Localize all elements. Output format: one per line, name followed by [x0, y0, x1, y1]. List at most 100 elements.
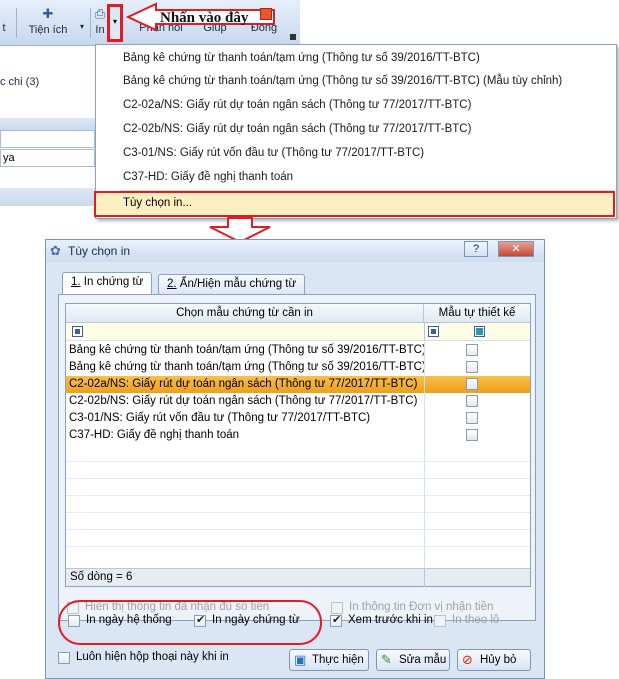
custom-template-checkbox[interactable]	[466, 429, 478, 441]
table-row[interactable]: Bảng kê chứng từ thanh toán/tạm ứng (Thô…	[66, 342, 530, 359]
grid-footer: Số dòng = 6	[66, 568, 530, 587]
menu-item-print[interactable]: Bảng kê chứng từ thanh toán/tạm ứng (Thô…	[123, 70, 562, 92]
always-show-dialog-checkbox[interactable]	[58, 652, 70, 664]
dialog-app-icon: ✿	[50, 243, 61, 258]
grid-column-divider	[424, 323, 425, 341]
always-show-dialog-label: Luôn hiện hộp thoại này khi in	[76, 651, 229, 663]
edit-template-label: Sửa mẫu	[399, 654, 447, 666]
grid-column-divider	[424, 444, 425, 568]
tools-icon: ✚	[42, 6, 54, 21]
grid-column-divider	[424, 427, 425, 444]
utilities-button[interactable]: ✚ Tiện ích	[22, 6, 74, 42]
row-template-name: Bảng kê chứng từ thanh toán/tạm ứng (Thô…	[69, 361, 426, 373]
table-row[interactable]: C37-HD: Giấy đề nghị thanh toán	[66, 427, 530, 444]
grid-column-divider	[424, 393, 425, 410]
grid-column-divider	[424, 410, 425, 427]
row-count: Số dòng = 6	[70, 571, 133, 583]
preview-before-print-checkbox[interactable]	[330, 613, 342, 627]
menu-item-print[interactable]: Bảng kê chứng từ thanh toán/tạm ứng (Thô…	[123, 47, 480, 69]
callout-text: Nhấn vào đây	[160, 10, 249, 26]
row-template-name: C2-02a/NS: Giấy rút dự toán ngân sách (T…	[69, 378, 418, 390]
table-row[interactable]: Bảng kê chứng từ thanh toán/tạm ứng (Thô…	[66, 359, 530, 376]
row-template-name: C2-02b/NS: Giấy rút dự toán ngân sách (T…	[69, 395, 418, 407]
table-row[interactable]: C2-02b/NS: Giấy rút dự toán ngân sách (T…	[66, 393, 530, 410]
tab-shortcut: 1.	[71, 276, 81, 288]
grid-empty-line	[66, 529, 530, 530]
edit-icon: ✎	[381, 652, 392, 667]
background-bottom-band	[0, 188, 95, 206]
menu-item-print[interactable]: C37-HD: Giấy đề nghị thanh toán	[123, 166, 293, 188]
table-row[interactable]: C3-01/NS: Giấy rút vốn đầu tư (Thông tư …	[66, 410, 530, 427]
print-recipient-info-label: In thông tin Đơn vị nhận tiền	[349, 601, 494, 613]
row-template-name: Bảng kê chứng từ thanh toán/tạm ứng (Thô…	[69, 344, 426, 356]
column-header-template[interactable]: Chọn mẫu chứng từ cần in	[66, 304, 424, 323]
cancel-icon: ⊘	[462, 652, 473, 667]
print-button[interactable]: ⎙ In	[92, 6, 108, 42]
printer-icon: ⎙	[94, 6, 106, 21]
menu-item-print[interactable]: C3-01/NS: Giấy rút vốn đầu tư (Thông tư …	[123, 142, 424, 164]
edit-template-button[interactable]: ✎ Sửa mẫu	[376, 649, 450, 671]
ribbon-options-icon[interactable]	[290, 34, 296, 40]
print-dropdown-menu: Bảng kê chứng từ thanh toán/tạm ứng (Thô…	[94, 44, 617, 219]
print-options-dialog: ✿ Tùy chọn in ? ✕ 1. In chứng từ 2. Ẩn/H…	[45, 239, 545, 679]
custom-template-checkbox[interactable]	[466, 344, 478, 356]
column-header-custom[interactable]: Mẫu tự thiết kế	[424, 304, 530, 323]
grid-column-divider	[424, 569, 425, 587]
custom-template-checkbox[interactable]	[466, 378, 478, 390]
print-label: In	[95, 24, 105, 36]
table-row-selected[interactable]: C2-02a/NS: Giấy rút dự toán ngân sách (T…	[66, 376, 530, 393]
execute-icon: ▣	[294, 652, 307, 667]
filter-icon[interactable]	[428, 326, 439, 337]
row-template-name: C3-01/NS: Giấy rút vốn đầu tư (Thông tư …	[69, 412, 371, 424]
background-window-pane: c chi (3) ya	[0, 46, 95, 206]
grid-empty-line	[66, 495, 530, 496]
preview-before-print-label: Xem trước khi in	[348, 614, 433, 626]
grid-column-divider	[424, 376, 425, 393]
dialog-help-button[interactable]: ?	[464, 241, 488, 257]
custom-template-checkbox[interactable]	[466, 412, 478, 424]
print-options-label: Tùy chọn in...	[123, 197, 193, 209]
menu-item-print-options[interactable]: Tùy chọn in...	[94, 191, 615, 217]
grid-column-divider	[424, 342, 425, 359]
custom-template-checkbox[interactable]	[466, 395, 478, 407]
tab-label: Ẩn/Hiện mẫu chứng từ	[176, 278, 297, 290]
cancel-label: Hủy bỏ	[480, 654, 517, 666]
execute-button[interactable]: ▣ Thực hiện	[289, 649, 369, 671]
tab-print-vouchers[interactable]: 1. In chứng từ	[62, 272, 153, 294]
print-dropdown-toggle[interactable]: ▾	[107, 4, 123, 42]
filter-icon[interactable]	[72, 326, 83, 337]
print-by-batch-checkbox[interactable]	[434, 615, 446, 627]
grid-header: Chọn mẫu chứng từ cần in Mẫu tự thiết kế	[66, 304, 530, 323]
tab-show-hide-templates[interactable]: 2. Ẩn/Hiện mẫu chứng từ	[158, 274, 306, 294]
utilities-label: Tiện ích	[28, 24, 68, 36]
grid-column-divider	[424, 359, 425, 376]
grid-empty-line	[66, 546, 530, 547]
tab-panel-print: Chọn mẫu chứng từ cần in Mẫu tự thiết kế…	[58, 294, 536, 621]
grid-empty-line	[66, 461, 530, 462]
tab-label: In chứng từ	[80, 276, 144, 288]
screen: t ✚ Tiện ích ▾ ⎙ In ▾ Phản hồi Giúp Đóng…	[0, 0, 619, 679]
red-highlight-ellipse	[58, 600, 322, 645]
template-grid: Chọn mẫu chứng từ cần in Mẫu tự thiết kế…	[65, 303, 531, 587]
cancel-button[interactable]: ⊘ Hủy bỏ	[457, 649, 531, 671]
background-field[interactable]	[0, 130, 95, 148]
ribbon-toolbar: t ✚ Tiện ích ▾ ⎙ In ▾ Phản hồi Giúp Đóng…	[0, 0, 300, 46]
execute-label: Thực hiện	[312, 654, 364, 666]
print-by-batch-label: In theo lô	[452, 614, 500, 626]
background-field-text[interactable]: ya	[0, 149, 95, 167]
background-tab-label[interactable]: c chi (3)	[0, 76, 39, 88]
background-band	[0, 118, 95, 130]
menu-item-print[interactable]: C2-02b/NS: Giấy rút dự toán ngân sách (T…	[123, 118, 471, 140]
ribbon-separator	[90, 8, 91, 38]
grid-empty-line	[66, 512, 530, 513]
dialog-title-bar: ✿ Tùy chọn in ? ✕	[46, 240, 544, 262]
grid-empty-line	[66, 478, 530, 479]
close-icon	[260, 8, 272, 20]
ribbon-separator	[16, 8, 17, 38]
filter-value-icon[interactable]	[474, 326, 485, 337]
dialog-close-button[interactable]: ✕	[498, 241, 534, 257]
tab-shortcut: 2.	[167, 278, 177, 290]
menu-item-print[interactable]: C2-02a/NS: Giấy rút dự toán ngân sách (T…	[123, 94, 471, 116]
custom-template-checkbox[interactable]	[466, 361, 478, 373]
grid-filter-row	[66, 323, 530, 341]
